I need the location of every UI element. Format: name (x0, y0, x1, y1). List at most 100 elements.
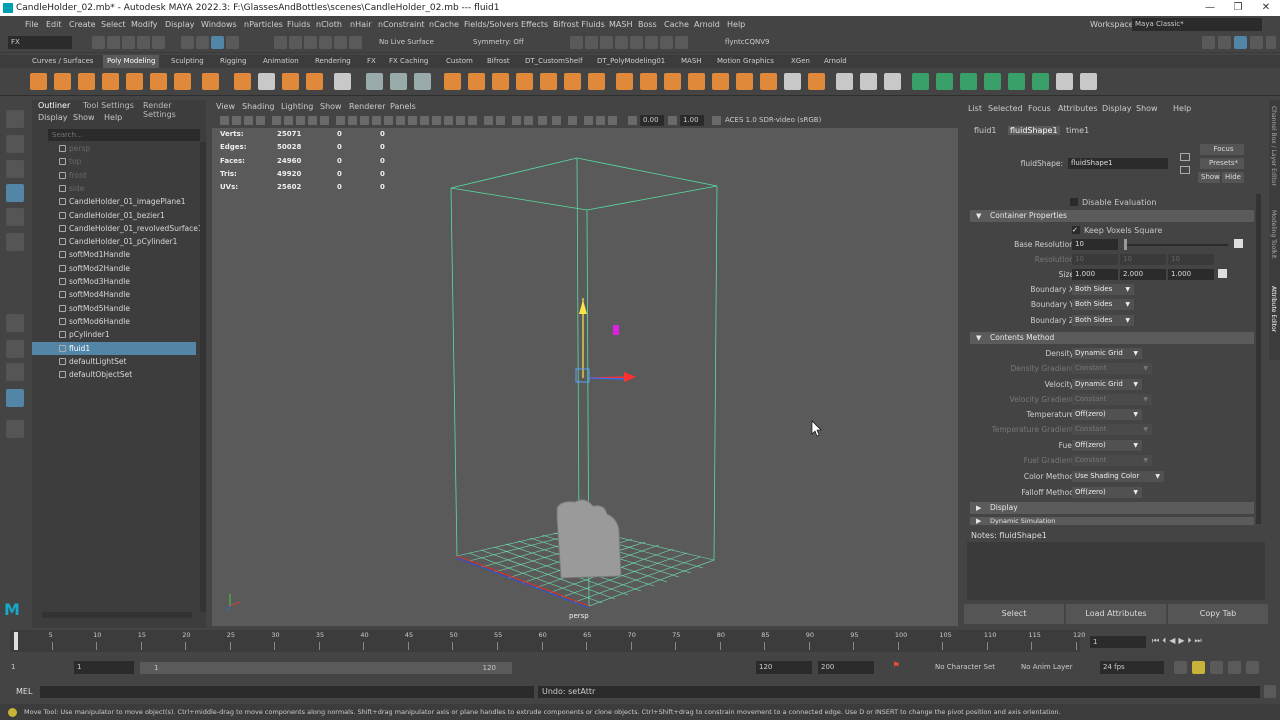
base-resolution-slider[interactable] (1124, 244, 1228, 246)
playback-controls[interactable]: ⏮⏴◀▶⏵⏭ (1152, 636, 1205, 646)
scale-tool-icon[interactable] (6, 233, 24, 251)
super-shape-icon[interactable] (234, 73, 251, 90)
contents-method-select[interactable]: Use Shading Color ▼ (1072, 471, 1164, 482)
symmetry-field[interactable]: Symmetry: Off (470, 36, 540, 49)
target-weld-icon[interactable] (588, 73, 605, 90)
hide-button[interactable]: Hide (1222, 172, 1244, 183)
poly-torus-icon[interactable] (126, 73, 143, 90)
shelf-tab-dt-polymodeling01[interactable]: DT_PolyModeling01 (597, 55, 665, 68)
viewport-toolbar-icon[interactable] (220, 116, 229, 125)
circularize-icon[interactable] (760, 73, 777, 90)
section-dynamic-simulation[interactable]: ▶ Dynamic Simulation (970, 517, 1254, 525)
cache-playback-icon[interactable] (1192, 661, 1205, 674)
fluid-3d-container-icon[interactable] (912, 73, 929, 90)
menu-nparticles[interactable]: nParticles (244, 16, 283, 33)
new-scene-icon[interactable] (92, 36, 105, 49)
poly-cube-icon[interactable] (54, 73, 71, 90)
select-by-mask-icon[interactable] (226, 36, 239, 49)
shelf-tab-dt-customshelf[interactable]: DT_CustomShelf (525, 55, 583, 68)
viewport-toolbar-icon[interactable] (348, 116, 357, 125)
snap-point-icon[interactable] (304, 36, 317, 49)
viewport-toolbar-icon[interactable] (320, 116, 329, 125)
viewport-toolbar-icon[interactable] (712, 116, 721, 125)
collapse-icon[interactable] (808, 73, 825, 90)
poly-sphere-icon[interactable] (30, 73, 47, 90)
side-tab-modeling-toolkit[interactable]: Modeling Toolkit (1270, 210, 1277, 258)
menu-ncache[interactable]: nCache (429, 16, 459, 33)
render-frame-icon[interactable] (585, 36, 598, 49)
fluid-cache-icon[interactable] (1080, 73, 1097, 90)
menu-help[interactable]: Help (727, 16, 745, 33)
menu-windows[interactable]: Windows (201, 16, 237, 33)
animation-prefs-icon[interactable] (1228, 661, 1241, 674)
menu-cache[interactable]: Cache (664, 16, 689, 33)
outliner-item[interactable]: top (32, 155, 196, 168)
emit-from-object-icon[interactable] (960, 73, 977, 90)
attr-tab-fluidshape1[interactable]: fluidShape1 (1008, 126, 1060, 135)
script-language-toggle[interactable]: MEL (16, 687, 32, 696)
viewport-toolbar-icon[interactable] (308, 116, 317, 125)
snap-view-plane-icon[interactable] (319, 36, 332, 49)
viewport-toolbar-icon[interactable] (524, 116, 533, 125)
current-time-marker[interactable] (14, 632, 18, 650)
vp-menu-view[interactable]: View (216, 100, 235, 114)
multi-cut-icon[interactable] (616, 73, 633, 90)
menu-bifrost-fluids[interactable]: Bifrost Fluids (553, 16, 605, 33)
attr-menu-item[interactable]: Focus (1028, 104, 1051, 113)
playback-end-field[interactable]: 120 (756, 661, 812, 674)
outliner-item[interactable]: front (32, 169, 196, 182)
boundary-select[interactable]: Both Sides ▼ (1072, 299, 1134, 311)
contents-method-select[interactable]: Dynamic Grid ▼ (1072, 348, 1142, 359)
auto-map-icon[interactable] (884, 73, 901, 90)
contents-method-select[interactable]: Dynamic Grid ▼ (1072, 379, 1142, 390)
smooth-icon[interactable] (390, 73, 407, 90)
exposure-field[interactable]: 0.00 (640, 115, 664, 126)
outliner-menu-display[interactable]: Display (38, 113, 68, 122)
bevel-icon[interactable] (516, 73, 533, 90)
outliner-item[interactable]: softMod6Handle (32, 315, 196, 328)
shelf-tab-fx-caching[interactable]: FX Caching (389, 55, 428, 68)
size-z-field[interactable]: 1.000 (1168, 269, 1214, 280)
snap-curve-icon[interactable] (289, 36, 302, 49)
workspace-select[interactable]: Maya Classic* (1132, 18, 1262, 31)
viewport-toolbar-icon[interactable] (568, 116, 577, 125)
close-button[interactable]: ✕ (1252, 0, 1280, 16)
anim-end-field[interactable]: 200 (818, 661, 874, 674)
shelf-tab-motion-graphics[interactable]: Motion Graphics (717, 55, 774, 68)
viewport-toolbar-icon[interactable] (336, 116, 345, 125)
four-view-layout-icon[interactable] (6, 340, 24, 358)
extrude-icon[interactable] (468, 73, 485, 90)
viewport-toolbar-icon[interactable] (552, 116, 561, 125)
snap-grid-icon[interactable] (274, 36, 287, 49)
fluid-pond-icon[interactable] (1008, 73, 1025, 90)
viewport-toolbar-icon[interactable] (360, 116, 369, 125)
fluid-ocean-icon[interactable] (984, 73, 1001, 90)
attr-menu-item[interactable]: Help (1173, 104, 1191, 113)
poly-cylinder-icon[interactable] (78, 73, 95, 90)
viewport-toolbar-icon[interactable] (284, 116, 293, 125)
viewport-toolbar-icon[interactable] (396, 116, 405, 125)
fluid-2d-container-icon[interactable] (936, 73, 953, 90)
viewport-toolbar-icon[interactable] (232, 116, 241, 125)
platonic-solid-icon[interactable] (202, 73, 219, 90)
anim-layer-select[interactable]: No Anim Layer (1018, 661, 1094, 674)
outliner-item[interactable]: fluid1 (32, 341, 196, 355)
user-account[interactable]: flyntcCQNV9 (722, 36, 800, 49)
shelf-tab-rendering[interactable]: Rendering (315, 55, 351, 68)
tab-tool-settings[interactable]: Tool Settings (83, 101, 134, 110)
vp-menu-renderer[interactable]: Renderer (349, 100, 386, 114)
outliner-h-scrollbar[interactable] (42, 612, 192, 618)
delete-edge-icon[interactable] (784, 73, 801, 90)
open-scene-icon[interactable] (107, 36, 120, 49)
attr-menu-item[interactable]: Attributes (1058, 104, 1098, 113)
vp-menu-shading[interactable]: Shading (242, 100, 275, 114)
vp-menu-lighting[interactable]: Lighting (281, 100, 313, 114)
anim-start-field[interactable]: 1 (8, 661, 68, 674)
contents-method-select[interactable]: Off(zero) ▼ (1072, 409, 1142, 420)
base-resolution-field[interactable]: 10 (1072, 239, 1118, 250)
separate-icon[interactable] (366, 73, 383, 90)
map-button-icon[interactable] (1234, 239, 1243, 248)
keep-voxels-checkbox[interactable]: ✓ (1072, 226, 1080, 234)
viewport-toolbar-icon[interactable] (496, 116, 505, 125)
menu-mash[interactable]: MASH (609, 16, 632, 33)
